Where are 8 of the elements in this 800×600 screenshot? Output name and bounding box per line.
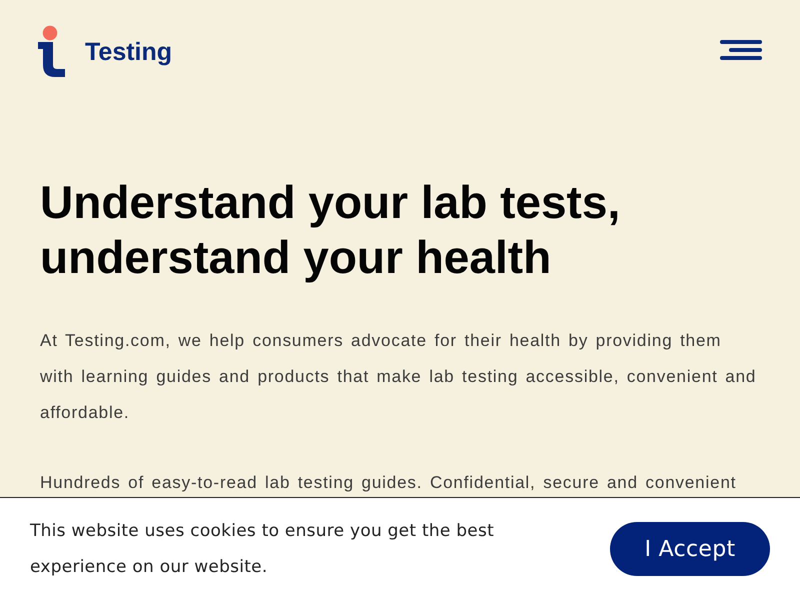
intro-paragraph: Hundreds of easy-to-read lab testing guides. Confidential, secure and convenient xyxy=(40,472,736,494)
menu-icon[interactable] xyxy=(720,40,762,60)
hero-heading: Understand your lab tests, understand your health xyxy=(40,175,622,285)
brand-name[interactable]: Testing xyxy=(85,38,172,66)
logo-icon[interactable] xyxy=(37,25,67,77)
intro-paragraph: At Testing.com, we help consumers advocate for their health by providing them with learning guides and products that make lab testing accessible, convenient and affordable. xyxy=(40,330,758,424)
accept-button[interactable]: I Accept xyxy=(610,522,770,576)
cookie-message: This website uses cookies to ensure you get the best experience on our website. xyxy=(30,520,496,579)
